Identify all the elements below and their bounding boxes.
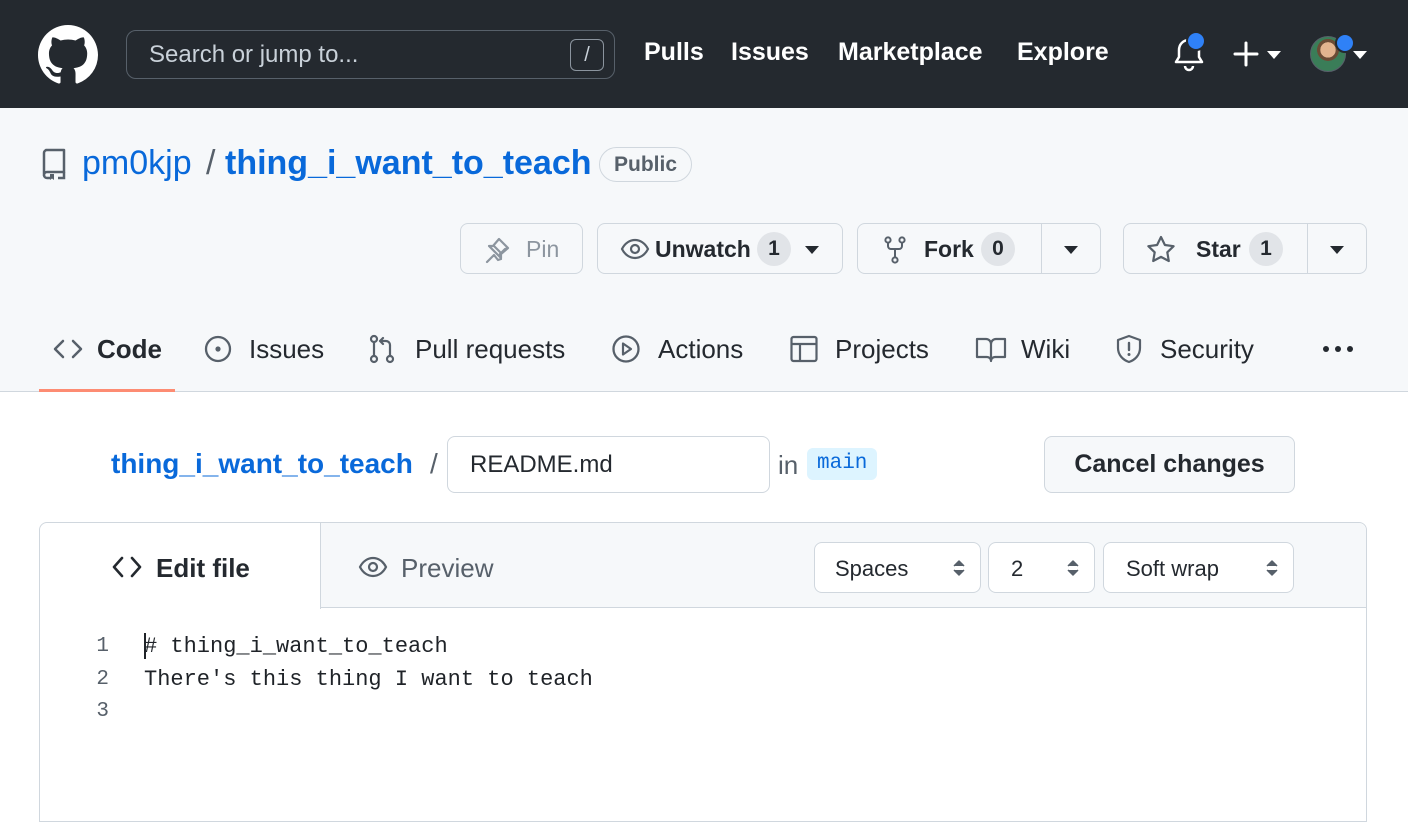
breadcrumb-separator: /	[430, 448, 438, 479]
filename-input[interactable]	[447, 436, 770, 493]
in-branch-label: in	[778, 450, 799, 480]
select-arrows-icon	[952, 558, 966, 578]
active-tab-indicator	[39, 389, 175, 392]
create-new-plus-icon[interactable]	[1232, 40, 1260, 68]
global-header: Search or jump to... / Pulls Issues Mark…	[0, 0, 1408, 108]
pin-label: Pin	[526, 236, 560, 262]
star-button-divider	[1307, 223, 1308, 274]
tab-edit-file[interactable]: Edit file	[40, 523, 321, 609]
nav-explore[interactable]: Explore	[1017, 38, 1109, 67]
indent-mode-value: Spaces	[835, 556, 909, 581]
code-line[interactable]: # thing_i_want_to_teach	[144, 634, 448, 659]
indent-size-value: 2	[1011, 556, 1024, 581]
tab-preview[interactable]: Preview	[322, 523, 542, 608]
cancel-changes-button[interactable]: Cancel changes	[1044, 436, 1295, 493]
eye-icon	[358, 555, 388, 579]
unwatch-label: Unwatch	[655, 236, 751, 262]
text-cursor	[144, 633, 146, 659]
tab-security-label: Security	[1160, 334, 1254, 364]
issue-opened-icon	[203, 334, 233, 364]
unwatch-button[interactable]: Unwatch 1	[597, 223, 843, 274]
tab-actions-label: Actions	[658, 334, 744, 364]
nav-issues[interactable]: Issues	[731, 38, 809, 67]
more-tabs-icon[interactable]	[1322, 344, 1354, 354]
github-logo-icon[interactable]	[38, 25, 98, 85]
repo-icon	[40, 148, 68, 180]
tab-pull-requests-label: Pull requests	[415, 334, 566, 364]
branch-badge: main	[807, 448, 878, 480]
fork-button-divider	[1041, 223, 1042, 274]
notification-indicator	[1186, 31, 1206, 51]
eye-icon	[620, 236, 650, 262]
star-counter: 1	[1249, 232, 1283, 266]
indent-mode-select[interactable]: Spaces	[814, 542, 981, 593]
tab-wiki-label: Wiki	[1021, 334, 1071, 364]
wrap-mode-select[interactable]: Soft wrap	[1103, 542, 1294, 593]
nav-pulls[interactable]: Pulls	[644, 38, 704, 67]
select-arrows-icon	[1265, 558, 1279, 578]
indent-size-select[interactable]: 2	[988, 542, 1095, 593]
tab-projects-label: Projects	[835, 334, 929, 364]
git-pull-request-icon	[368, 334, 396, 364]
wrap-mode-value: Soft wrap	[1126, 556, 1219, 581]
fork-dropdown-caret-icon[interactable]	[1064, 246, 1078, 254]
code-line[interactable]: There's this thing I want to teach	[144, 667, 593, 692]
repo-path-separator: /	[206, 144, 216, 182]
code-icon	[53, 334, 83, 364]
tab-issues-label: Issues	[249, 334, 325, 364]
preview-label: Preview	[401, 553, 494, 583]
user-menu-caret-icon[interactable]	[1353, 51, 1367, 59]
visibility-badge: Public	[599, 147, 693, 182]
tab-code-label: Code	[97, 334, 162, 364]
line-number: 1	[96, 635, 109, 658]
search-shortcut-key: /	[570, 39, 604, 71]
watch-counter: 1	[757, 232, 791, 266]
avatar-status-indicator	[1335, 33, 1355, 53]
star-button[interactable]: Star 1	[1123, 223, 1367, 274]
file-editor: Edit file Preview Spaces 2 Soft wrap 1 2…	[39, 522, 1367, 822]
line-number: 3	[96, 700, 109, 723]
fork-label: Fork	[924, 236, 974, 262]
repo-header: pm0kjp / thing_i_want_to_teach Public Pi…	[0, 108, 1408, 392]
pin-icon	[483, 236, 511, 264]
repo-owner-link[interactable]: pm0kjp	[82, 144, 192, 183]
fork-counter: 0	[981, 232, 1015, 266]
select-arrows-icon	[1066, 558, 1080, 578]
pin-button[interactable]: Pin	[460, 223, 583, 274]
code-icon	[112, 554, 142, 580]
play-icon	[611, 334, 641, 364]
line-number: 2	[96, 668, 109, 691]
nav-marketplace[interactable]: Marketplace	[838, 38, 983, 67]
star-dropdown-caret-icon[interactable]	[1330, 246, 1344, 254]
edit-file-label: Edit file	[156, 553, 250, 583]
table-icon	[789, 334, 819, 364]
fork-icon	[884, 236, 906, 264]
breadcrumb-repo-link[interactable]: thing_i_want_to_teach	[111, 448, 413, 480]
create-new-caret-icon[interactable]	[1267, 51, 1281, 59]
fork-button[interactable]: Fork 0	[857, 223, 1101, 274]
search-input[interactable]: Search or jump to... /	[126, 30, 615, 79]
book-icon	[975, 334, 1007, 364]
star-icon	[1146, 235, 1176, 263]
shield-icon	[1115, 334, 1143, 364]
repo-name-link[interactable]: thing_i_want_to_teach	[225, 144, 592, 183]
star-label: Star	[1196, 236, 1241, 262]
watch-dropdown-caret-icon[interactable]	[805, 246, 819, 254]
search-placeholder: Search or jump to...	[149, 41, 359, 68]
editor-toolbar: Edit file Preview Spaces 2 Soft wrap	[40, 523, 1366, 609]
